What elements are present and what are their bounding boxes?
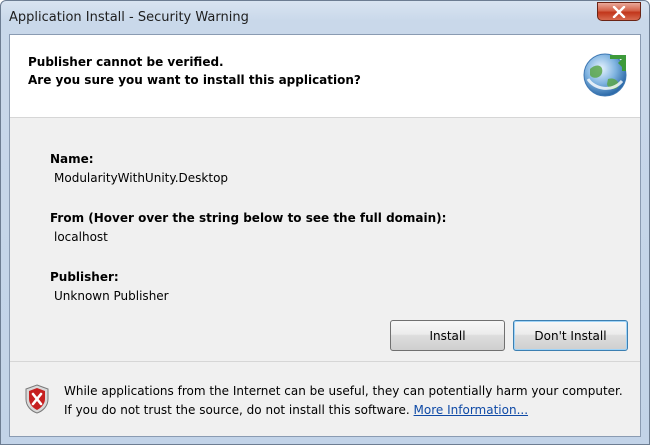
- dialog-body: Publisher cannot be verified. Are you su…: [9, 34, 641, 437]
- shield-warning-icon: [25, 384, 49, 414]
- header-title: Publisher cannot be verified.: [28, 55, 224, 69]
- globe-install-icon: [583, 53, 627, 97]
- header-question: Are you sure you want to install this ap…: [28, 73, 361, 87]
- window-title: Application Install - Security Warning: [9, 10, 249, 25]
- dont-install-button[interactable]: Don't Install: [513, 320, 628, 351]
- dialog-window: Application Install - Security Warning P…: [0, 0, 650, 445]
- from-label: From (Hover over the string below to see…: [50, 211, 447, 225]
- footer-warning-text: While applications from the Internet can…: [64, 384, 623, 417]
- title-bar[interactable]: Application Install - Security Warning: [1, 1, 649, 35]
- close-button[interactable]: [597, 2, 641, 21]
- publisher-value: Unknown Publisher: [54, 289, 169, 303]
- name-value: ModularityWithUnity.Desktop: [54, 171, 229, 185]
- publisher-field: Publisher: Unknown Publisher: [50, 270, 169, 303]
- more-information-link[interactable]: More Information...: [414, 403, 528, 417]
- security-footer: While applications from the Internet can…: [10, 361, 640, 436]
- name-field: Name: ModularityWithUnity.Desktop: [50, 152, 228, 185]
- install-button[interactable]: Install: [390, 320, 505, 351]
- close-icon: [612, 5, 626, 18]
- footer-message: While applications from the Internet can…: [64, 382, 624, 420]
- name-label: Name:: [50, 152, 94, 166]
- warning-header: Publisher cannot be verified. Are you su…: [10, 35, 640, 118]
- from-field: From (Hover over the string below to see…: [50, 211, 447, 244]
- publisher-label: Publisher:: [50, 270, 119, 284]
- from-value[interactable]: localhost: [54, 230, 108, 244]
